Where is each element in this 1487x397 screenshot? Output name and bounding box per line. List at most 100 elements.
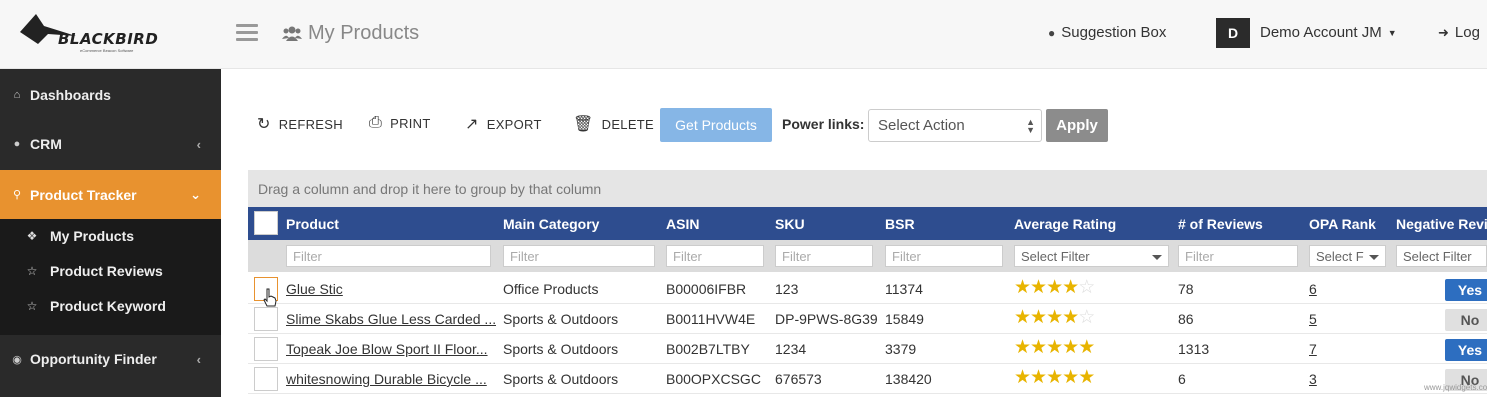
avatar[interactable]: D: [1216, 18, 1250, 48]
column-header-sku[interactable]: SKU: [775, 216, 805, 232]
sku-cell: DP-9PWS-8G39: [775, 311, 878, 327]
account-menu[interactable]: Demo Account JM ▼: [1260, 24, 1397, 41]
refresh-label: REFRESH: [278, 116, 343, 132]
caret-down-icon: ▼: [1387, 27, 1397, 38]
column-header-main-category[interactable]: Main Category: [503, 216, 599, 232]
users-icon: [282, 26, 302, 41]
column-header-opa-rank[interactable]: OPA Rank: [1309, 216, 1376, 232]
opa-rank-link[interactable]: 3: [1309, 371, 1317, 387]
star-filled-icon: ★: [1062, 337, 1079, 358]
power-links-label: Power links:: [782, 116, 865, 132]
chevron-down-icon: ⌄: [190, 186, 201, 202]
blackbird-logo[interactable]: BLACKBIRD eCommerce Beacon Software: [18, 10, 188, 58]
filter-product[interactable]: Filter: [286, 245, 491, 267]
rating-stars: ★★★★★: [1014, 367, 1095, 388]
row-checkbox[interactable]: [254, 337, 278, 361]
filter-placeholder: Select Filter: [1403, 248, 1472, 264]
rating-stars: ★★★★☆: [1014, 307, 1095, 328]
column-header-asin[interactable]: ASIN: [666, 216, 699, 232]
star-filled-icon: ★: [1014, 307, 1031, 328]
refresh-icon: ↻: [257, 116, 271, 133]
opa-rank-link[interactable]: 7: [1309, 341, 1317, 357]
star-filled-icon: ★: [1062, 277, 1079, 298]
select-all-checkbox[interactable]: [254, 211, 278, 235]
star-filled-icon: ★: [1078, 337, 1095, 358]
sku-cell: 123: [775, 281, 799, 297]
star-filled-icon: ★: [1014, 367, 1031, 388]
product-link[interactable]: Slime Skabs Glue Less Carded ...: [286, 311, 496, 327]
sidebar-item-dashboards[interactable]: ⌂ Dashboards: [0, 73, 221, 117]
chevron-left-icon: ‹: [196, 351, 201, 367]
apply-button[interactable]: Apply: [1046, 109, 1108, 142]
star-filled-icon: ★: [1062, 307, 1079, 328]
sign-out-icon: ➜: [1438, 24, 1449, 40]
opa-rank-link[interactable]: 6: [1309, 281, 1317, 297]
comments-icon: ●: [1048, 25, 1056, 40]
sidebar-subitem-my-products[interactable]: ❖ My Products: [24, 228, 134, 244]
product-link[interactable]: whitesnowing Durable Bicycle ...: [286, 371, 496, 387]
rating-stars: ★★★★☆: [1014, 277, 1095, 298]
suggestion-box-link[interactable]: ● Suggestion Box: [1048, 24, 1166, 41]
external-link-icon: ↗: [465, 116, 479, 133]
column-header-reviews[interactable]: # of Reviews: [1178, 216, 1263, 232]
account-name: Demo Account JM: [1260, 24, 1382, 41]
delete-button[interactable]: 🗑 DELETE: [573, 114, 654, 134]
refresh-button[interactable]: ↻ REFRESH: [257, 114, 343, 134]
sidebar-subitem-product-keyword[interactable]: ☆ Product Keyword: [24, 298, 166, 314]
negative-review-badge[interactable]: Yes: [1445, 339, 1487, 361]
export-label: EXPORT: [486, 116, 542, 132]
main-category-cell: Sports & Outdoors: [503, 371, 619, 387]
get-products-button[interactable]: Get Products: [660, 108, 772, 142]
logo-subtext: eCommerce Beacon Software: [80, 48, 134, 53]
logo-text: BLACKBIRD: [58, 30, 159, 48]
negative-review-badge[interactable]: Yes: [1445, 279, 1487, 301]
star-filled-icon: ★: [1046, 367, 1063, 388]
filter-negative-reviews[interactable]: Select Filter: [1396, 245, 1487, 267]
reviews-cell: 6: [1178, 371, 1186, 387]
grid-header: [248, 207, 1487, 240]
filter-placeholder: Filter: [510, 248, 539, 264]
suggestion-box-label: Suggestion Box: [1061, 24, 1167, 41]
product-link[interactable]: Glue Stic: [286, 281, 496, 297]
filter-placeholder: Filter: [293, 248, 322, 264]
binoculars-icon: ◉: [12, 353, 22, 366]
column-header-product[interactable]: Product: [286, 216, 339, 232]
sidebar-item-opportunity-finder[interactable]: ◉ Opportunity Finder ‹: [0, 337, 221, 381]
filter-average-rating[interactable]: Select Filter: [1014, 245, 1169, 267]
column-header-average-rating[interactable]: Average Rating: [1014, 216, 1116, 232]
filter-opa-rank[interactable]: Select F: [1309, 245, 1386, 267]
opa-rank-link[interactable]: 5: [1309, 311, 1317, 327]
sidebar-subitem-product-reviews[interactable]: ☆ Product Reviews: [24, 263, 163, 279]
filter-asin[interactable]: Filter: [666, 245, 764, 267]
column-header-negative-reviews[interactable]: Negative Revi: [1396, 216, 1487, 232]
print-label: PRINT: [390, 115, 431, 131]
logout-link[interactable]: ➜ Log: [1438, 24, 1480, 41]
select-action-value: Select Action: [878, 117, 965, 134]
negative-review-badge[interactable]: No: [1445, 309, 1487, 331]
export-button[interactable]: ↗ EXPORT: [465, 114, 542, 134]
column-header-bsr[interactable]: BSR: [885, 216, 915, 232]
filter-bsr[interactable]: Filter: [885, 245, 1003, 267]
filter-sku[interactable]: Filter: [775, 245, 873, 267]
main-category-cell: Sports & Outdoors: [503, 341, 619, 357]
sidebar-item-label: Dashboards: [30, 87, 111, 103]
menu-toggle-icon[interactable]: [236, 24, 258, 42]
power-links-select[interactable]: Select Action ▲ ▼: [868, 109, 1042, 142]
sidebar-item-crm[interactable]: ● CRM ‹: [0, 122, 221, 166]
filter-placeholder: Select Filter: [1021, 248, 1090, 264]
reviews-cell: 78: [1178, 281, 1194, 297]
product-link[interactable]: Topeak Joe Blow Sport II Floor...: [286, 341, 496, 357]
filter-reviews[interactable]: Filter: [1178, 245, 1298, 267]
print-button[interactable]: ⎙ PRINT: [369, 114, 431, 132]
row-checkbox[interactable]: [254, 367, 278, 391]
sidebar-item-label: CRM: [30, 136, 62, 152]
map-marker-icon: ⚲: [12, 189, 22, 201]
filter-main-category[interactable]: Filter: [503, 245, 655, 267]
group-by-bar[interactable]: Drag a column and drop it here to group …: [248, 170, 1487, 207]
filter-placeholder: Select F: [1316, 248, 1364, 264]
sidebar-item-product-tracker[interactable]: ⚲ Product Tracker ⌄: [0, 170, 221, 219]
asin-cell: B00OPXCSGC: [666, 371, 761, 387]
users-icon: ●: [13, 138, 21, 150]
rating-stars: ★★★★★: [1014, 337, 1095, 358]
row-checkbox[interactable]: [254, 307, 278, 331]
